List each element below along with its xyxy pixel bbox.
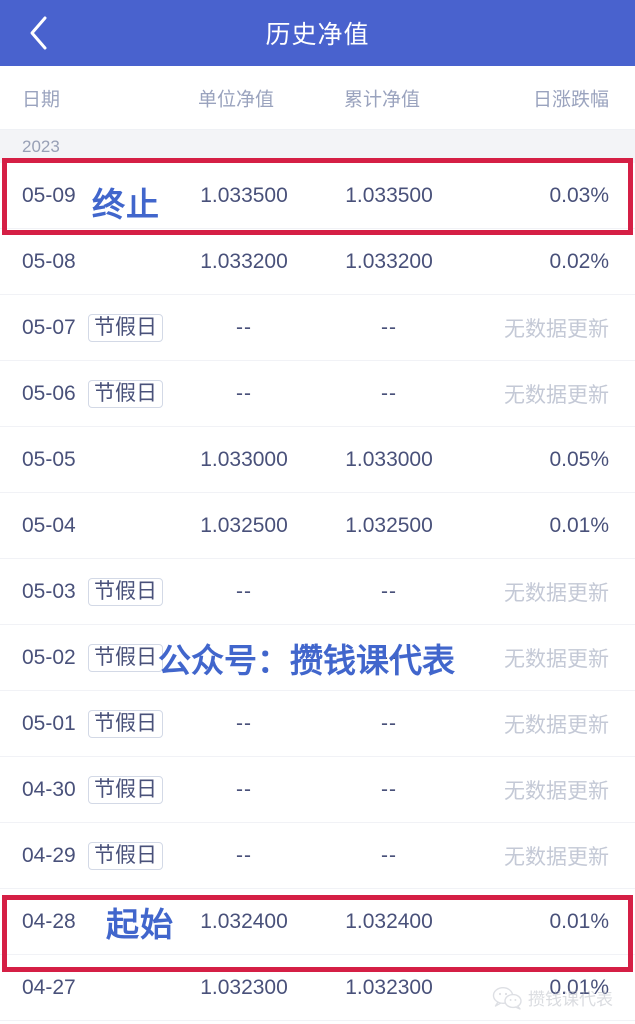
holiday-badge: 节假日: [88, 379, 163, 408]
row-date: 04-27: [22, 975, 76, 999]
annotation-promo-text: 公众号：攒钱课代表: [158, 642, 455, 679]
back-button[interactable]: [14, 0, 62, 66]
holiday-badge: 节假日: [88, 775, 163, 804]
row-unit-nav: 1.032400: [200, 909, 288, 933]
row-daily-change: 0.01%: [549, 513, 609, 537]
row-date: 04-29: [22, 843, 76, 867]
page-title: 历史净值: [265, 21, 370, 49]
annotation-start-label: 起始: [106, 906, 174, 943]
row-daily-change: 无数据更新: [504, 779, 609, 803]
row-daily-change: 0.02%: [549, 249, 609, 273]
row-date: 05-07: [22, 315, 76, 339]
row-date: 05-08: [22, 249, 76, 273]
row-accum-nav: 1.033000: [345, 447, 433, 471]
row-date: 05-05: [22, 447, 76, 471]
row-accum-nav: 1.033200: [345, 249, 433, 273]
row-accum-nav: --: [381, 843, 397, 867]
row-date: 04-28: [22, 909, 76, 933]
row-unit-nav: --: [236, 315, 252, 339]
row-date: 05-06: [22, 381, 76, 405]
column-header-accum-nav: 累计净值: [344, 89, 421, 110]
table-row[interactable]: 05-05 1.033000 1.033000 0.05%: [0, 427, 635, 493]
row-accum-nav: 1.032300: [345, 975, 433, 999]
row-unit-nav: --: [236, 381, 252, 405]
table-column-headers: 日期 单位净值 累计净值 日涨跌幅: [0, 66, 635, 130]
history-nav-screen: 历史净值 日期 单位净值 累计净值 日涨跌幅 2023 05-09 1.03350…: [0, 0, 635, 1024]
row-unit-nav: --: [236, 579, 252, 603]
year-group-label: 2023: [22, 136, 60, 156]
column-header-date: 日期: [22, 89, 61, 110]
row-accum-nav: --: [381, 777, 397, 801]
navigation-bar: 历史净值: [0, 0, 635, 66]
annotation-end-label: 终止: [92, 186, 160, 223]
table-row[interactable]: 05-03 节假日 -- -- 无数据更新: [0, 559, 635, 625]
table-row[interactable]: 05-08 1.033200 1.033200 0.02%: [0, 229, 635, 295]
row-daily-change: 0.03%: [549, 183, 609, 207]
row-date: 05-03: [22, 579, 76, 603]
row-accum-nav: 1.032400: [345, 909, 433, 933]
holiday-badge: 节假日: [88, 709, 163, 738]
row-accum-nav: --: [381, 315, 397, 339]
row-unit-nav: 1.033500: [200, 183, 288, 207]
holiday-badge: 节假日: [88, 313, 163, 342]
column-header-daily-change: 日涨跌幅: [532, 89, 609, 110]
row-accum-nav: --: [381, 381, 397, 405]
row-accum-nav: 1.033500: [345, 183, 433, 207]
row-unit-nav: --: [236, 843, 252, 867]
row-daily-change: 无数据更新: [504, 713, 609, 737]
table-row[interactable]: 05-07 节假日 -- -- 无数据更新: [0, 295, 635, 361]
table-row[interactable]: 04-29 节假日 -- -- 无数据更新: [0, 823, 635, 889]
row-daily-change: 无数据更新: [504, 845, 609, 869]
row-unit-nav: 1.032300: [200, 975, 288, 999]
table-row[interactable]: 05-04 1.032500 1.032500 0.01%: [0, 493, 635, 559]
column-header-unit-nav: 单位净值: [198, 89, 275, 110]
wechat-icon: [492, 986, 522, 1010]
table-row[interactable]: 05-06 节假日 -- -- 无数据更新: [0, 361, 635, 427]
row-daily-change: 0.05%: [549, 447, 609, 471]
row-daily-change: 0.01%: [549, 909, 609, 933]
holiday-badge: 节假日: [88, 577, 163, 606]
row-daily-change: 无数据更新: [504, 317, 609, 341]
row-unit-nav: 1.032500: [200, 513, 288, 537]
chevron-left-icon: [27, 14, 49, 52]
history-nav-table: 05-09 1.033500 1.033500 0.03% 05-08 1.033200 1…: [0, 158, 635, 1021]
row-date: 05-01: [22, 711, 76, 735]
row-accum-nav: 1.032500: [345, 513, 433, 537]
watermark: 攒钱课代表: [492, 985, 613, 1010]
year-group-header: 2023: [0, 130, 635, 163]
holiday-badge: 节假日: [88, 841, 163, 870]
row-date: 05-02: [22, 645, 76, 669]
row-daily-change: 无数据更新: [504, 581, 609, 605]
watermark-text: 攒钱课代表: [528, 990, 613, 1009]
holiday-badge: 节假日: [88, 643, 163, 672]
row-accum-nav: --: [381, 711, 397, 735]
row-unit-nav: --: [236, 777, 252, 801]
row-unit-nav: 1.033200: [200, 249, 288, 273]
row-date: 05-09: [22, 183, 76, 207]
row-unit-nav: --: [236, 711, 252, 735]
row-daily-change: 无数据更新: [504, 647, 609, 671]
row-daily-change: 无数据更新: [504, 383, 609, 407]
row-accum-nav: --: [381, 579, 397, 603]
table-row[interactable]: 04-28 1.032400 1.032400 0.01%: [0, 889, 635, 955]
table-row[interactable]: 05-01 节假日 -- -- 无数据更新: [0, 691, 635, 757]
row-date: 05-04: [22, 513, 76, 537]
row-unit-nav: 1.033000: [200, 447, 288, 471]
table-row[interactable]: 04-30 节假日 -- -- 无数据更新: [0, 757, 635, 823]
row-date: 04-30: [22, 777, 76, 801]
